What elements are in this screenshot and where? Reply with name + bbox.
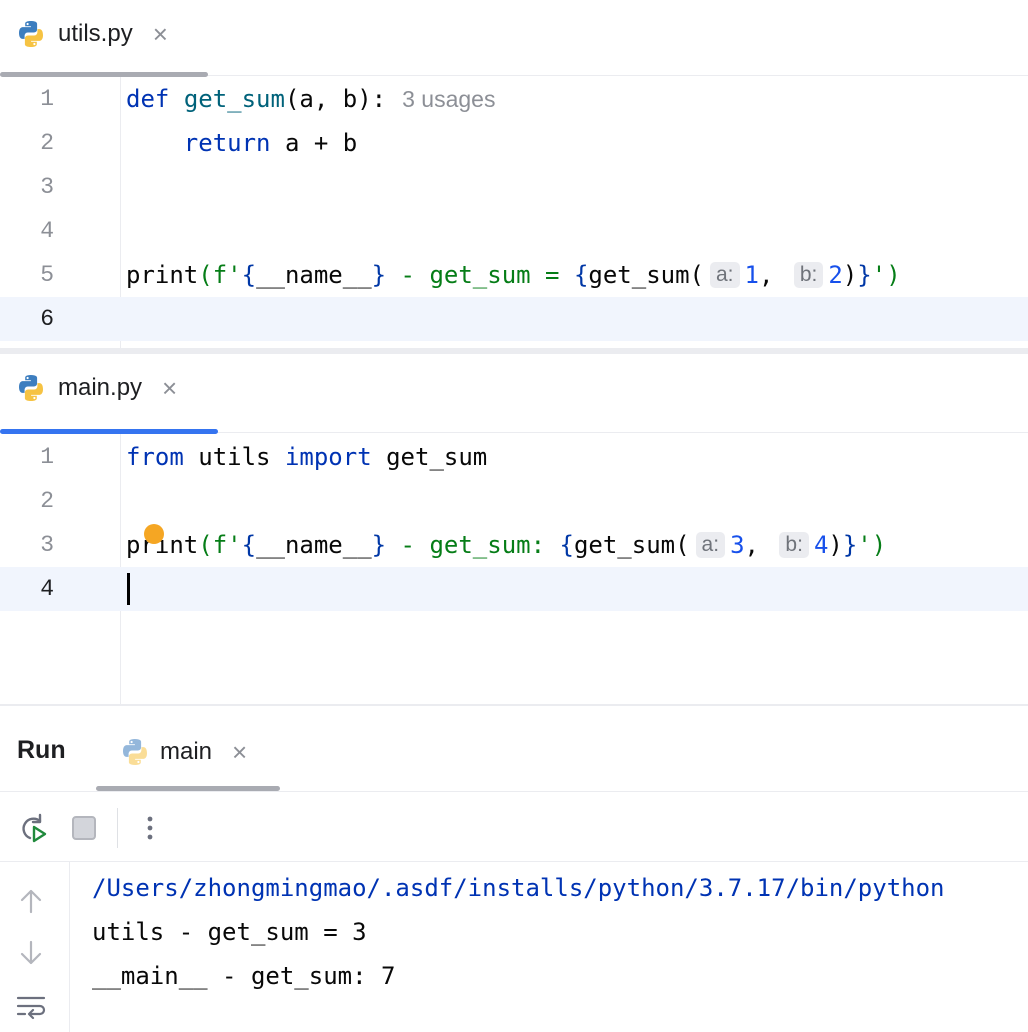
code-line-current: 6 [0,297,1028,341]
line-number: 3 [40,174,54,200]
tab-label: main.py [58,374,143,401]
python-icon [19,375,43,401]
line-number: 3 [40,532,54,558]
code-editor-utils[interactable]: 1 def get_sum(a, b): 3 usages 2 return a … [0,77,1028,348]
code-text: def get_sum(a, b): 3 usages [126,85,496,113]
close-icon[interactable]: × [162,375,177,401]
stop-icon[interactable] [68,812,100,844]
run-tool-window: Run main × /Users/zhongmingmao/.asdf/ins… [0,704,1028,1032]
run-title: Run [17,736,66,764]
code-text: print(f'{__name__} - get_sum: {get_sum(a… [126,531,887,559]
line-number: 4 [40,576,54,602]
line-number: 6 [40,306,54,332]
run-tab-label: main [160,738,213,765]
code-line: 4 [0,209,1028,253]
intention-bulb-icon[interactable] [144,524,164,544]
param-hint-a: a: [710,262,740,288]
console-line: __main__ - get_sum: 7 [92,962,396,990]
console-output[interactable]: /Users/zhongmingmao/.asdf/installs/pytho… [92,862,1022,1032]
tab-main-py[interactable]: main.py × [16,370,177,406]
editor-pane-utils: utils.py × 1 def get_sum(a, b): 3 usages … [0,0,1028,348]
tab-label: utils.py [58,20,133,47]
code-line: 1 def get_sum(a, b): 3 usages [0,77,1028,121]
scroll-down-icon[interactable] [16,938,46,968]
code-line: 3 [0,165,1028,209]
line-number: 1 [40,86,54,112]
param-hint-b: b: [779,532,809,558]
console-side-toolbar [0,862,70,1032]
line-number: 2 [40,488,54,514]
code-line: 5 print(f'{__name__} - get_sum = {get_su… [0,253,1028,297]
python-icon [123,739,147,765]
console-line-interpreter-path[interactable]: /Users/zhongmingmao/.asdf/installs/pytho… [92,874,945,902]
scroll-up-icon[interactable] [16,886,46,916]
more-options-icon[interactable] [134,812,166,844]
code-editor-main[interactable]: 1 from utils import get_sum 2 3 print(f'… [0,434,1028,704]
close-icon[interactable]: × [232,739,247,765]
console-line: utils - get_sum = 3 [92,918,367,946]
editor-tab-bar: utils.py × [0,0,1028,77]
run-tab-main[interactable]: main × [120,734,247,770]
code-text: print(f'{__name__} - get_sum = {get_sum(… [126,261,901,289]
param-hint-a: a: [695,532,726,558]
tab-utils-py[interactable]: utils.py × [16,16,168,52]
python-icon [19,21,43,47]
code-line-current: 4 [0,567,1028,611]
code-text: return a + b [183,129,358,157]
line-number: 1 [40,444,54,470]
run-toolbar [0,792,1028,862]
editor-tab-bar: main.py × [0,354,1028,434]
rerun-icon[interactable] [16,812,48,844]
tab-underline [96,786,280,791]
code-line: 1 from utils import get_sum [0,435,1028,479]
code-line: 2 [0,479,1028,523]
text-caret [127,573,130,605]
param-hint-b: b: [793,262,824,288]
code-text: from utils import get_sum [126,443,488,471]
line-number: 5 [40,262,54,288]
toolbar-separator [117,808,118,848]
line-number: 2 [40,130,54,156]
line-number: 4 [40,218,54,244]
usages-hint[interactable]: 3 usages [402,86,495,112]
soft-wrap-icon[interactable] [16,992,46,1022]
run-header: Run main × [0,706,1028,792]
close-icon[interactable]: × [153,21,168,47]
code-line: 2 return a + b [0,121,1028,165]
